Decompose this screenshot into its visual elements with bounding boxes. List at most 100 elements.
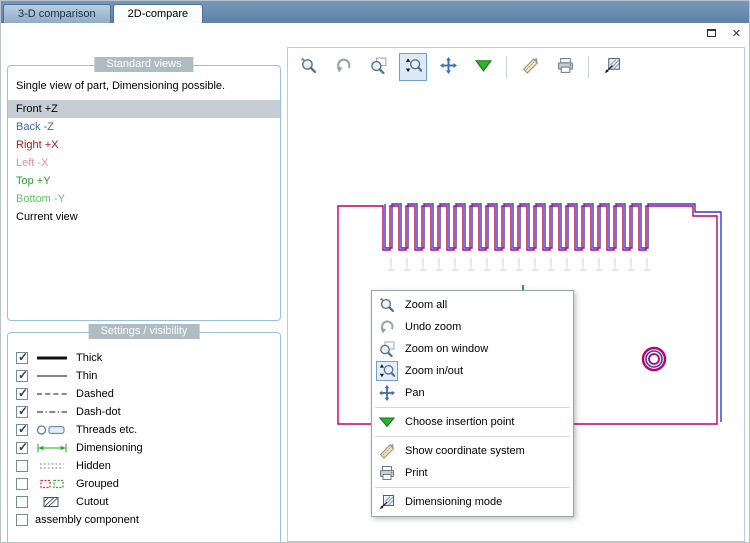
setting-label: Thick: [76, 352, 103, 364]
view-item-bottom-y[interactable]: Bottom -Y: [8, 190, 280, 208]
menu-item-pan[interactable]: Pan: [372, 382, 573, 404]
setting-row-thin[interactable]: Thin: [8, 367, 280, 385]
ruler-icon: [376, 441, 398, 461]
zoom-in-out-icon: [376, 361, 398, 381]
menu-separator: [375, 407, 570, 408]
setting-row-thick[interactable]: Thick: [8, 349, 280, 367]
setting-row-cutout[interactable]: Cutout: [8, 493, 280, 511]
tab-2d-compare[interactable]: 2D-compare: [112, 4, 204, 23]
grouped-icon: [35, 478, 69, 490]
undo-zoom-button[interactable]: [329, 53, 357, 81]
show-coordinate-system-button[interactable]: [516, 53, 544, 81]
pan-button[interactable]: [434, 53, 462, 81]
zoom-window-icon: [370, 57, 387, 77]
menu-item-choose-insertion-point[interactable]: Choose insertion point: [372, 411, 573, 433]
undo-zoom-icon: [335, 57, 352, 77]
drawing-circles: [641, 346, 667, 372]
settings-header: Settings / visibility: [88, 324, 200, 339]
hidden-icon: [35, 460, 69, 472]
zoom-in-out-button[interactable]: [399, 53, 427, 81]
menu-item-print[interactable]: Print: [372, 462, 573, 484]
setting-label: Dimensioning: [76, 442, 143, 454]
checkbox-dash-dot[interactable]: [16, 404, 28, 418]
menu-item-label: Print: [405, 467, 428, 479]
menu-item-label: Undo zoom: [405, 321, 462, 333]
view-item-front-z[interactable]: Front +Z: [8, 100, 280, 118]
setting-row-threads[interactable]: Threads etc.: [8, 421, 280, 439]
dimensioning-icon: [35, 442, 69, 454]
dash-dot-line-icon: [35, 406, 69, 418]
checkbox-hidden[interactable]: [16, 460, 28, 472]
menu-separator: [375, 487, 570, 488]
view-item-top-y[interactable]: Top +Y: [8, 172, 280, 190]
zoom-all-button[interactable]: [294, 53, 322, 81]
standard-views-header: Standard views: [94, 57, 194, 72]
menu-item-label: Dimensioning mode: [405, 496, 503, 508]
standard-views-panel: Standard views Single view of part, Dime…: [7, 57, 281, 321]
checkbox-dashed[interactable]: [16, 386, 28, 400]
toolbar-separator: [588, 56, 589, 78]
view-list: Front +Z Back -Z Right +X Left -X Top +Y…: [8, 100, 280, 226]
undo-zoom-icon: [376, 317, 398, 337]
menu-separator: [375, 436, 570, 437]
setting-row-dimensioning[interactable]: Dimensioning: [8, 439, 280, 457]
settings-panel: Settings / visibility Thick Thin Dashed: [7, 324, 281, 542]
print-button[interactable]: [551, 53, 579, 81]
view-item-left-x[interactable]: Left -X: [8, 154, 280, 172]
view-item-back-z[interactable]: Back -Z: [8, 118, 280, 136]
menu-item-zoom-all[interactable]: Zoom all: [372, 294, 573, 316]
thick-line-icon: [35, 352, 69, 364]
menu-item-label: Zoom on window: [405, 343, 489, 355]
setting-label: Hidden: [76, 460, 111, 472]
tab-3d-comparison[interactable]: 3-D comparison: [3, 4, 111, 23]
checkbox-thin[interactable]: [16, 368, 28, 382]
toolbar: [288, 48, 744, 86]
view-item-right-x[interactable]: Right +X: [8, 136, 280, 154]
green-triangle-icon: [474, 57, 493, 77]
thin-line-icon: [35, 370, 69, 382]
setting-label: Thin: [76, 370, 98, 382]
zoom-window-icon: [376, 339, 398, 359]
dashed-line-icon: [35, 388, 69, 400]
setting-label: Grouped: [76, 478, 119, 490]
setting-label: Threads etc.: [76, 424, 138, 436]
checkbox-grouped[interactable]: [16, 478, 28, 490]
setting-row-dashed[interactable]: Dashed: [8, 385, 280, 403]
setting-row-hidden[interactable]: Hidden: [8, 457, 280, 475]
view-item-current-view[interactable]: Current view: [8, 208, 280, 226]
pan-icon: [439, 57, 457, 77]
zoom-all-icon: [376, 295, 398, 315]
menu-item-undo-zoom[interactable]: Undo zoom: [372, 316, 573, 338]
setting-row-dash-dot[interactable]: Dash-dot: [8, 403, 280, 421]
setting-label: Dashed: [76, 388, 114, 400]
menu-item-label: Pan: [405, 387, 425, 399]
checkbox-thick[interactable]: [16, 350, 28, 364]
checkbox-threads[interactable]: [16, 422, 28, 436]
zoom-on-window-button[interactable]: [364, 53, 392, 81]
checkbox-assembly-component[interactable]: [16, 514, 28, 526]
maximize-button[interactable]: [706, 28, 716, 40]
threads-icon: [35, 424, 69, 436]
menu-item-show-coordinate-system[interactable]: Show coordinate system: [372, 440, 573, 462]
tab-bar: 3-D comparison 2D-compare: [1, 1, 749, 23]
setting-label: assembly component: [35, 514, 139, 526]
app-window: 3-D comparison 2D-compare ✕ Standard vie…: [0, 0, 750, 543]
close-button[interactable]: ✕: [732, 28, 741, 40]
choose-insertion-point-button[interactable]: [469, 53, 497, 81]
menu-item-zoom-on-window[interactable]: Zoom on window: [372, 338, 573, 360]
checkbox-dimensioning[interactable]: [16, 440, 28, 454]
dimensioning-mode-button[interactable]: [598, 53, 626, 81]
menu-item-zoom-in-out[interactable]: Zoom in/out: [372, 360, 573, 382]
checkbox-cutout[interactable]: [16, 496, 28, 508]
menu-item-label: Choose insertion point: [405, 416, 515, 428]
green-triangle-icon: [376, 412, 398, 432]
menu-item-label: Show coordinate system: [405, 445, 525, 457]
setting-row-assembly-component[interactable]: assembly component: [8, 511, 280, 529]
menu-item-dimensioning-mode[interactable]: Dimensioning mode: [372, 491, 573, 513]
printer-icon: [557, 57, 574, 77]
setting-row-grouped[interactable]: Grouped: [8, 475, 280, 493]
maximize-icon: [706, 29, 716, 37]
zoom-in-out-icon: [405, 57, 422, 77]
setting-label: Cutout: [76, 496, 109, 508]
toolbar-separator: [506, 56, 507, 78]
